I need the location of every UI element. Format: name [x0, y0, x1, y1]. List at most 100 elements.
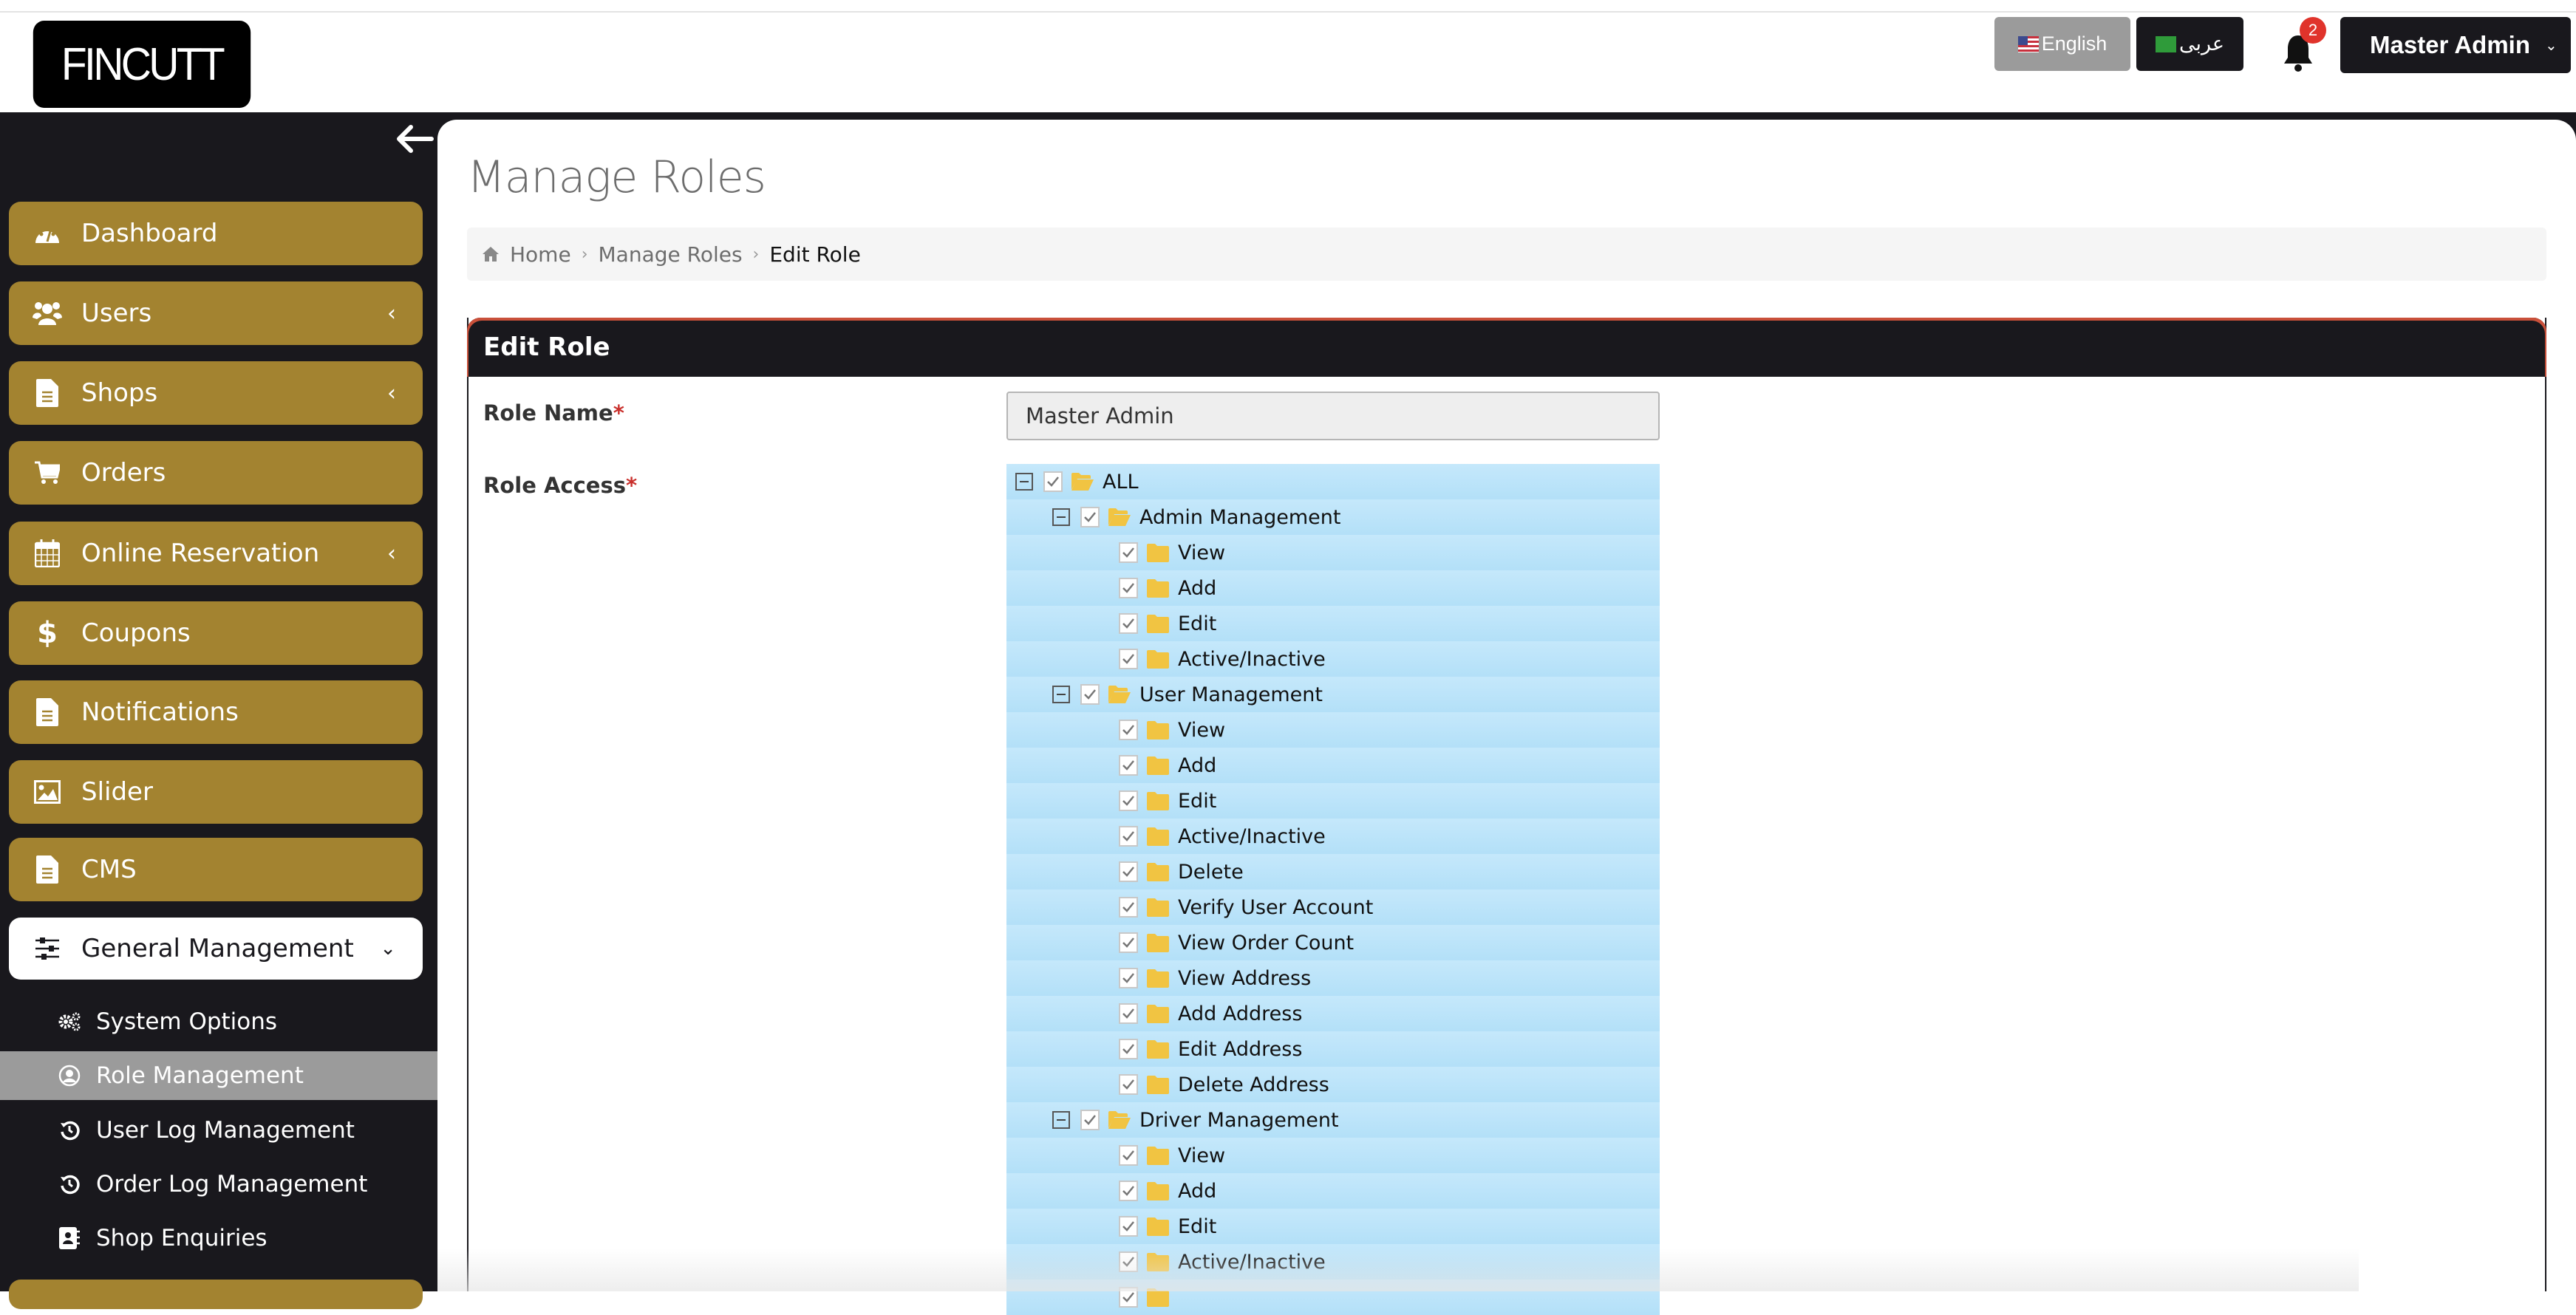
sidebar-item-label: Users [81, 298, 152, 328]
tree-node[interactable]: Edit Address [1006, 1031, 1660, 1067]
collapse-toggle-icon[interactable] [1052, 1111, 1070, 1129]
tree-node[interactable]: Active/Inactive [1006, 819, 1660, 854]
submenu-item-label: Role Management [96, 1062, 304, 1089]
checkbox[interactable] [1119, 897, 1138, 918]
sidebar-item-shops[interactable]: Shops ‹ [9, 361, 423, 425]
sidebar-item-notifications[interactable]: Notifications [9, 680, 423, 744]
checkbox[interactable] [1119, 542, 1138, 563]
submenu-item-user-log-management[interactable]: User Log Management [0, 1106, 437, 1155]
checkbox[interactable] [1080, 1110, 1100, 1130]
checkbox[interactable] [1119, 1039, 1138, 1059]
sidebar-item-cms[interactable]: CMS [9, 838, 423, 901]
sidebar-item-dashboard[interactable]: Dashboard [9, 202, 423, 265]
tree-node[interactable]: Active/Inactive [1006, 641, 1660, 677]
tree-node-label: ALL [1103, 470, 1139, 493]
dashboard-icon [33, 219, 62, 248]
file-icon [33, 855, 62, 884]
breadcrumb-current: Edit Role [769, 242, 861, 267]
sidebar-item-next[interactable] [9, 1280, 423, 1309]
card-title: Edit Role [483, 332, 610, 362]
checkbox[interactable] [1119, 826, 1138, 847]
logo[interactable]: FINCUTT [33, 21, 251, 108]
folder-icon [1147, 720, 1178, 740]
tree-node[interactable]: Driver Management [1006, 1102, 1660, 1138]
breadcrumb-separator: › [581, 245, 588, 264]
sidebar-item-slider[interactable]: Slider [9, 760, 423, 824]
tree-node[interactable]: Add [1006, 748, 1660, 783]
tree-node[interactable]: Edit [1006, 606, 1660, 641]
sliders-icon [33, 934, 62, 963]
tree-node[interactable]: Delete Address [1006, 1067, 1660, 1102]
collapse-toggle-icon[interactable] [1052, 508, 1070, 526]
checkbox[interactable] [1119, 968, 1138, 988]
tree-node[interactable]: View Address [1006, 960, 1660, 996]
sidebar-item-general-management[interactable]: General Management ⌄ [9, 918, 423, 980]
folder-icon [1147, 543, 1178, 562]
tree-node[interactable]: Admin Management [1006, 499, 1660, 535]
collapse-toggle-icon[interactable] [1052, 686, 1070, 703]
tree-node[interactable]: Edit [1006, 1209, 1660, 1244]
history-icon [58, 1172, 81, 1196]
folder-icon [1147, 1039, 1178, 1059]
checkbox[interactable] [1119, 1003, 1138, 1024]
user-menu-button[interactable]: Master Admin ⌄ [2340, 17, 2571, 73]
folder-open-icon [1071, 472, 1103, 491]
tree-node[interactable]: Delete [1006, 854, 1660, 889]
checkbox[interactable] [1080, 507, 1100, 527]
sidebar-item-online-reservation[interactable]: Online Reservation ‹ [9, 522, 423, 585]
tree-node[interactable]: View Order Count [1006, 925, 1660, 960]
checkbox[interactable] [1119, 861, 1138, 882]
checkbox[interactable] [1119, 1251, 1138, 1272]
submenu-item-shop-enquiries[interactable]: Shop Enquiries [0, 1214, 437, 1263]
role-name-input[interactable] [1006, 392, 1660, 440]
top-strip [0, 0, 2576, 13]
tree-node[interactable]: ALL [1006, 464, 1660, 499]
checkbox[interactable] [1119, 1216, 1138, 1237]
cogs-icon [58, 1010, 81, 1034]
sidebar-item-users[interactable]: Users ‹ [9, 281, 423, 345]
tree-node[interactable]: View [1006, 712, 1660, 748]
tree-node-label: Edit [1178, 612, 1217, 635]
tree-node[interactable]: View [1006, 535, 1660, 570]
tree-node-label: Add Address [1178, 1002, 1303, 1025]
checkbox[interactable] [1119, 649, 1138, 669]
tree-node[interactable]: Edit [1006, 783, 1660, 819]
submenu-item-role-management[interactable]: Role Management [0, 1051, 437, 1100]
collapse-toggle-icon[interactable] [1015, 473, 1033, 491]
checkbox[interactable] [1119, 755, 1138, 776]
checkbox[interactable] [1043, 471, 1063, 492]
tree-node[interactable] [1006, 1280, 1660, 1315]
sidebar-item-coupons[interactable]: $ Coupons [9, 601, 423, 665]
submenu-item-order-log-management[interactable]: Order Log Management [0, 1160, 437, 1209]
tree-node[interactable]: User Management [1006, 677, 1660, 712]
checkbox[interactable] [1119, 932, 1138, 953]
required-mark: * [625, 473, 638, 498]
tree-node[interactable]: Add Address [1006, 996, 1660, 1031]
breadcrumb-home[interactable]: Home [510, 242, 571, 267]
sidebar-item-orders[interactable]: Orders [9, 441, 423, 505]
checkbox[interactable] [1119, 1287, 1138, 1308]
tree-node[interactable]: Add [1006, 570, 1660, 606]
folder-open-icon [1108, 508, 1139, 527]
checkbox[interactable] [1119, 1181, 1138, 1201]
tree-node[interactable]: View [1006, 1138, 1660, 1173]
checkbox[interactable] [1119, 578, 1138, 598]
checkbox[interactable] [1080, 684, 1100, 705]
breadcrumb-manage-roles[interactable]: Manage Roles [599, 242, 743, 267]
tree-node[interactable]: Verify User Account [1006, 889, 1660, 925]
checkbox[interactable] [1119, 613, 1138, 634]
english-language-button[interactable]: English [1994, 17, 2130, 71]
checkbox[interactable] [1119, 1145, 1138, 1166]
arabic-language-button[interactable]: عربى [2136, 17, 2243, 71]
arrow-left-icon[interactable] [395, 123, 435, 155]
address-book-icon [58, 1226, 81, 1250]
submenu-item-system-options[interactable]: System Options [0, 997, 437, 1046]
sidebar-item-label: Dashboard [81, 219, 218, 248]
checkbox[interactable] [1119, 1074, 1138, 1095]
checkbox[interactable] [1119, 790, 1138, 811]
sidebar-item-label: Notifications [81, 697, 239, 727]
checkbox[interactable] [1119, 720, 1138, 740]
tree-node[interactable]: Add [1006, 1173, 1660, 1209]
tree-node[interactable]: Active/Inactive [1006, 1244, 1660, 1280]
folder-icon [1147, 827, 1178, 846]
